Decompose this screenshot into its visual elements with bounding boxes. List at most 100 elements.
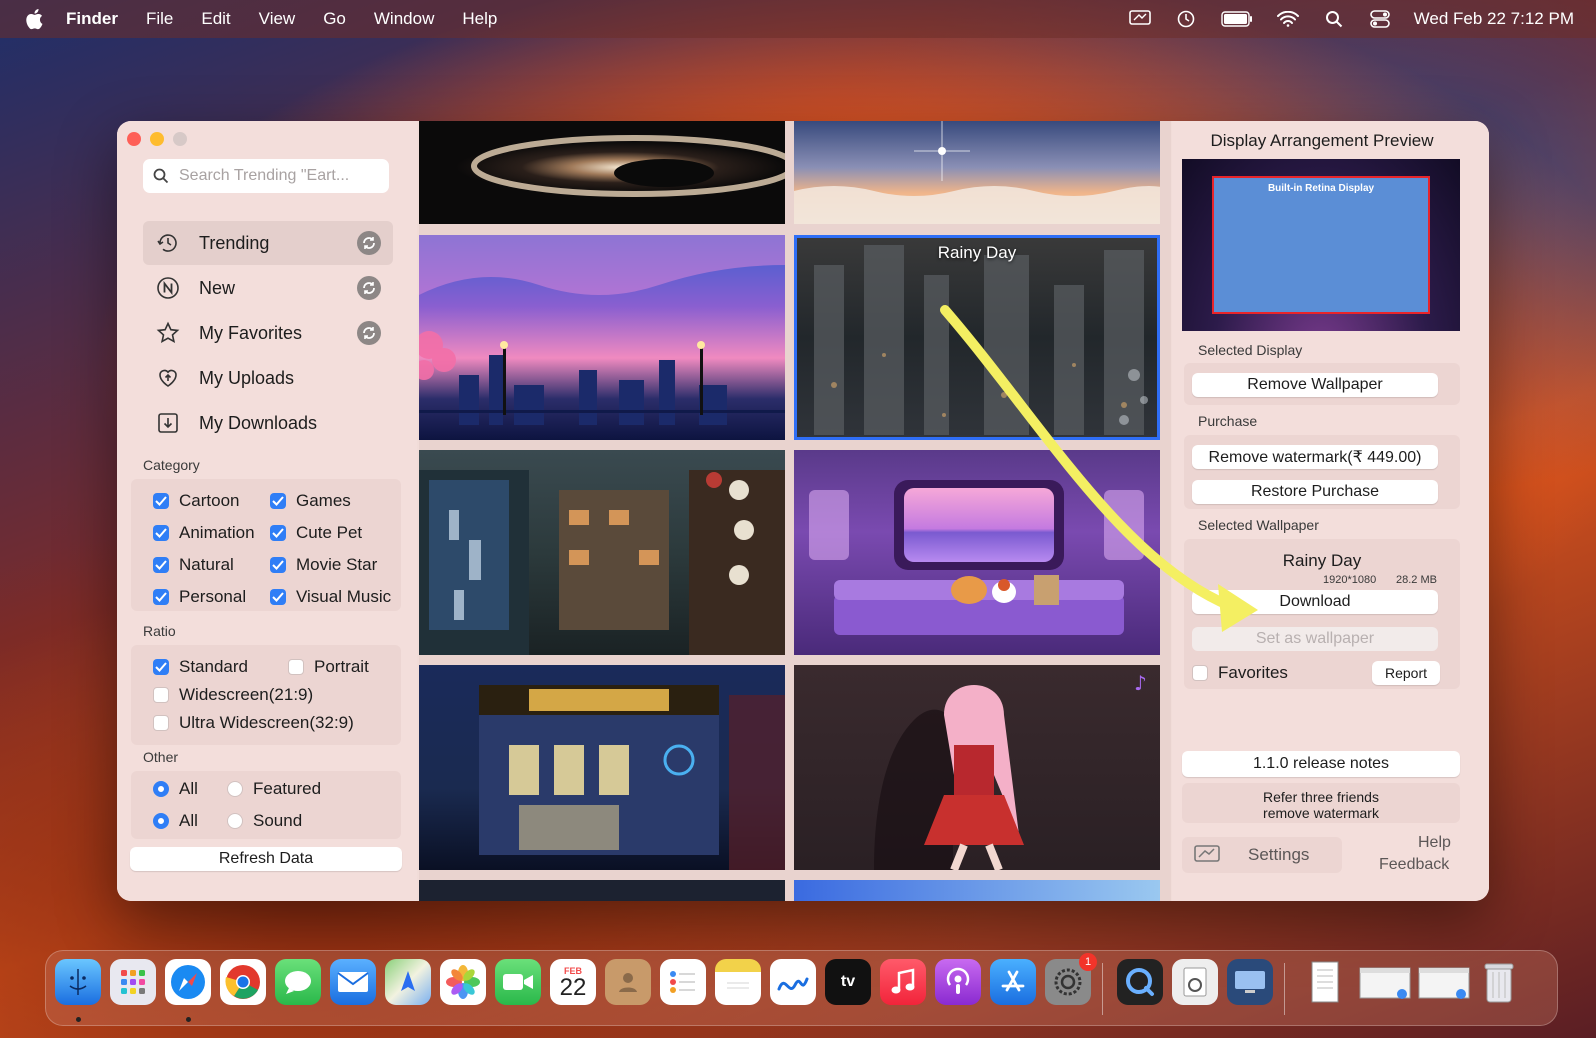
set-as-wallpaper-button[interactable]: Set as wallpaper bbox=[1192, 627, 1438, 651]
refresh-icon[interactable] bbox=[357, 231, 381, 255]
photos-icon[interactable] bbox=[440, 959, 486, 1005]
category-visual-music-checkbox[interactable]: Visual Music bbox=[270, 587, 391, 607]
remove-watermark-button[interactable]: Remove watermark(₹ 449.00) bbox=[1192, 445, 1438, 469]
sidebar-item-label: My Uploads bbox=[199, 367, 295, 388]
mail-icon[interactable] bbox=[330, 959, 376, 1005]
quicktime-icon[interactable] bbox=[1117, 959, 1163, 1005]
calendar-icon[interactable]: FEB 22 bbox=[550, 959, 596, 1005]
feedback-link[interactable]: Feedback bbox=[1379, 856, 1449, 874]
chrome-icon[interactable] bbox=[220, 959, 266, 1005]
screen-mirror-icon[interactable] bbox=[1128, 8, 1152, 30]
zoom-window-button[interactable] bbox=[173, 132, 187, 146]
ratio-widescreen-checkbox[interactable]: Widescreen(21:9) bbox=[153, 685, 313, 705]
wallpaper-tile[interactable] bbox=[794, 121, 1160, 224]
settings-button[interactable]: Settings bbox=[1182, 837, 1342, 873]
app-store-icon[interactable] bbox=[990, 959, 1036, 1005]
freeform-icon[interactable] bbox=[770, 959, 816, 1005]
wallpaper-tile[interactable] bbox=[419, 450, 785, 655]
ratio-ultra-widescreen-checkbox[interactable]: Ultra Widescreen(32:9) bbox=[153, 713, 354, 733]
sidebar-item-my-downloads[interactable]: My Downloads bbox=[143, 401, 393, 445]
report-button[interactable]: Report bbox=[1372, 661, 1440, 685]
menu-file[interactable]: File bbox=[146, 9, 173, 29]
category-personal-checkbox[interactable]: Personal bbox=[153, 587, 246, 607]
contacts-icon[interactable] bbox=[605, 959, 651, 1005]
sidebar-item-new[interactable]: New bbox=[143, 266, 393, 310]
sidebar-item-my-uploads[interactable]: My Uploads bbox=[143, 356, 393, 400]
download-button[interactable]: Download bbox=[1192, 590, 1438, 614]
restore-purchase-button[interactable]: Restore Purchase bbox=[1192, 480, 1438, 504]
wallpaper-tile[interactable] bbox=[419, 235, 785, 440]
launchpad-icon[interactable] bbox=[110, 959, 156, 1005]
other-all-radio[interactable]: All bbox=[153, 779, 198, 799]
category-movie-star-checkbox[interactable]: Movie Star bbox=[270, 555, 377, 575]
sidebar-item-trending[interactable]: Trending bbox=[143, 221, 393, 265]
search-field[interactable]: Search Trending "Eart... bbox=[143, 159, 389, 193]
wallpaper-tile[interactable] bbox=[419, 665, 785, 870]
preview-icon[interactable] bbox=[1172, 959, 1218, 1005]
podcasts-icon[interactable] bbox=[935, 959, 981, 1005]
release-notes-button[interactable]: 1.1.0 release notes bbox=[1182, 751, 1460, 777]
trash-icon[interactable] bbox=[1476, 959, 1522, 1005]
category-animation-checkbox[interactable]: Animation bbox=[153, 523, 255, 543]
wifi-icon[interactable] bbox=[1276, 8, 1300, 30]
time-machine-icon[interactable] bbox=[1174, 8, 1198, 30]
wallpaper-tile[interactable] bbox=[794, 880, 1160, 901]
category-cute-pet-checkbox[interactable]: Cute Pet bbox=[270, 523, 362, 543]
ratio-portrait-checkbox[interactable]: Portrait bbox=[288, 657, 369, 677]
display-frame[interactable]: Built-in Retina Display bbox=[1212, 176, 1430, 314]
favorites-checkbox[interactable]: Favorites bbox=[1192, 663, 1288, 683]
wallpaper-tile[interactable] bbox=[794, 450, 1160, 655]
reminders-icon[interactable] bbox=[660, 959, 706, 1005]
window-icon-1[interactable] bbox=[1357, 959, 1413, 1005]
safari-icon[interactable] bbox=[165, 959, 211, 1005]
menu-view[interactable]: View bbox=[259, 9, 296, 29]
control-center-icon[interactable] bbox=[1368, 8, 1392, 30]
screen-sharing-icon[interactable] bbox=[1227, 959, 1273, 1005]
notes-icon[interactable] bbox=[715, 959, 761, 1005]
wallpaper-thumbnail bbox=[471, 135, 785, 197]
music-icon[interactable] bbox=[880, 959, 926, 1005]
refresh-icon[interactable] bbox=[357, 321, 381, 345]
finder-icon[interactable] bbox=[55, 959, 101, 1005]
category-natural-checkbox[interactable]: Natural bbox=[153, 555, 234, 575]
menu-go[interactable]: Go bbox=[323, 9, 346, 29]
help-link[interactable]: Help bbox=[1418, 834, 1451, 852]
category-games-checkbox[interactable]: Games bbox=[270, 491, 351, 511]
other-all-sound-radio[interactable]: All bbox=[153, 811, 198, 831]
other-sound-radio[interactable]: Sound bbox=[227, 811, 302, 831]
favorites-label: Favorites bbox=[1218, 663, 1288, 682]
checkmark-icon bbox=[153, 659, 169, 675]
wallpaper-tile[interactable]: ♪ bbox=[794, 665, 1160, 870]
remove-wallpaper-button[interactable]: Remove Wallpaper bbox=[1192, 373, 1438, 397]
selected-display-label: Selected Display bbox=[1198, 342, 1303, 358]
spotlight-icon[interactable] bbox=[1322, 8, 1346, 30]
checkbox-label: Portrait bbox=[314, 657, 369, 676]
minimize-window-button[interactable] bbox=[150, 132, 164, 146]
wallpaper-tile-selected[interactable]: Rainy Day bbox=[794, 235, 1160, 440]
window-icon-2[interactable] bbox=[1416, 959, 1472, 1005]
close-window-button[interactable] bbox=[127, 132, 141, 146]
wallpaper-tile[interactable] bbox=[419, 121, 785, 224]
apple-tv-icon[interactable]: tv bbox=[825, 959, 871, 1005]
menu-help[interactable]: Help bbox=[462, 9, 497, 29]
menu-edit[interactable]: Edit bbox=[201, 9, 230, 29]
menu-clock[interactable]: Wed Feb 22 7:12 PM bbox=[1414, 9, 1574, 29]
menu-window[interactable]: Window bbox=[374, 9, 434, 29]
category-cartoon-checkbox[interactable]: Cartoon bbox=[153, 491, 239, 511]
other-featured-radio[interactable]: Featured bbox=[227, 779, 321, 799]
ratio-standard-checkbox[interactable]: Standard bbox=[153, 657, 248, 677]
settings-label: Settings bbox=[1248, 845, 1310, 864]
facetime-icon[interactable] bbox=[495, 959, 541, 1005]
messages-icon[interactable] bbox=[275, 959, 321, 1005]
refresh-icon[interactable] bbox=[357, 276, 381, 300]
apple-icon[interactable] bbox=[24, 8, 44, 30]
refresh-data-button[interactable]: Refresh Data bbox=[130, 847, 402, 871]
document-icon[interactable] bbox=[1302, 959, 1348, 1005]
menu-app-name[interactable]: Finder bbox=[66, 9, 118, 29]
system-settings-icon[interactable]: 1 bbox=[1045, 953, 1097, 1005]
sidebar-item-my-favorites[interactable]: My Favorites bbox=[143, 311, 393, 355]
referral-box[interactable]: Refer three friends remove watermark bbox=[1182, 783, 1460, 823]
wallpaper-tile[interactable] bbox=[419, 880, 785, 901]
maps-icon[interactable] bbox=[385, 959, 431, 1005]
battery-icon[interactable] bbox=[1220, 8, 1254, 30]
